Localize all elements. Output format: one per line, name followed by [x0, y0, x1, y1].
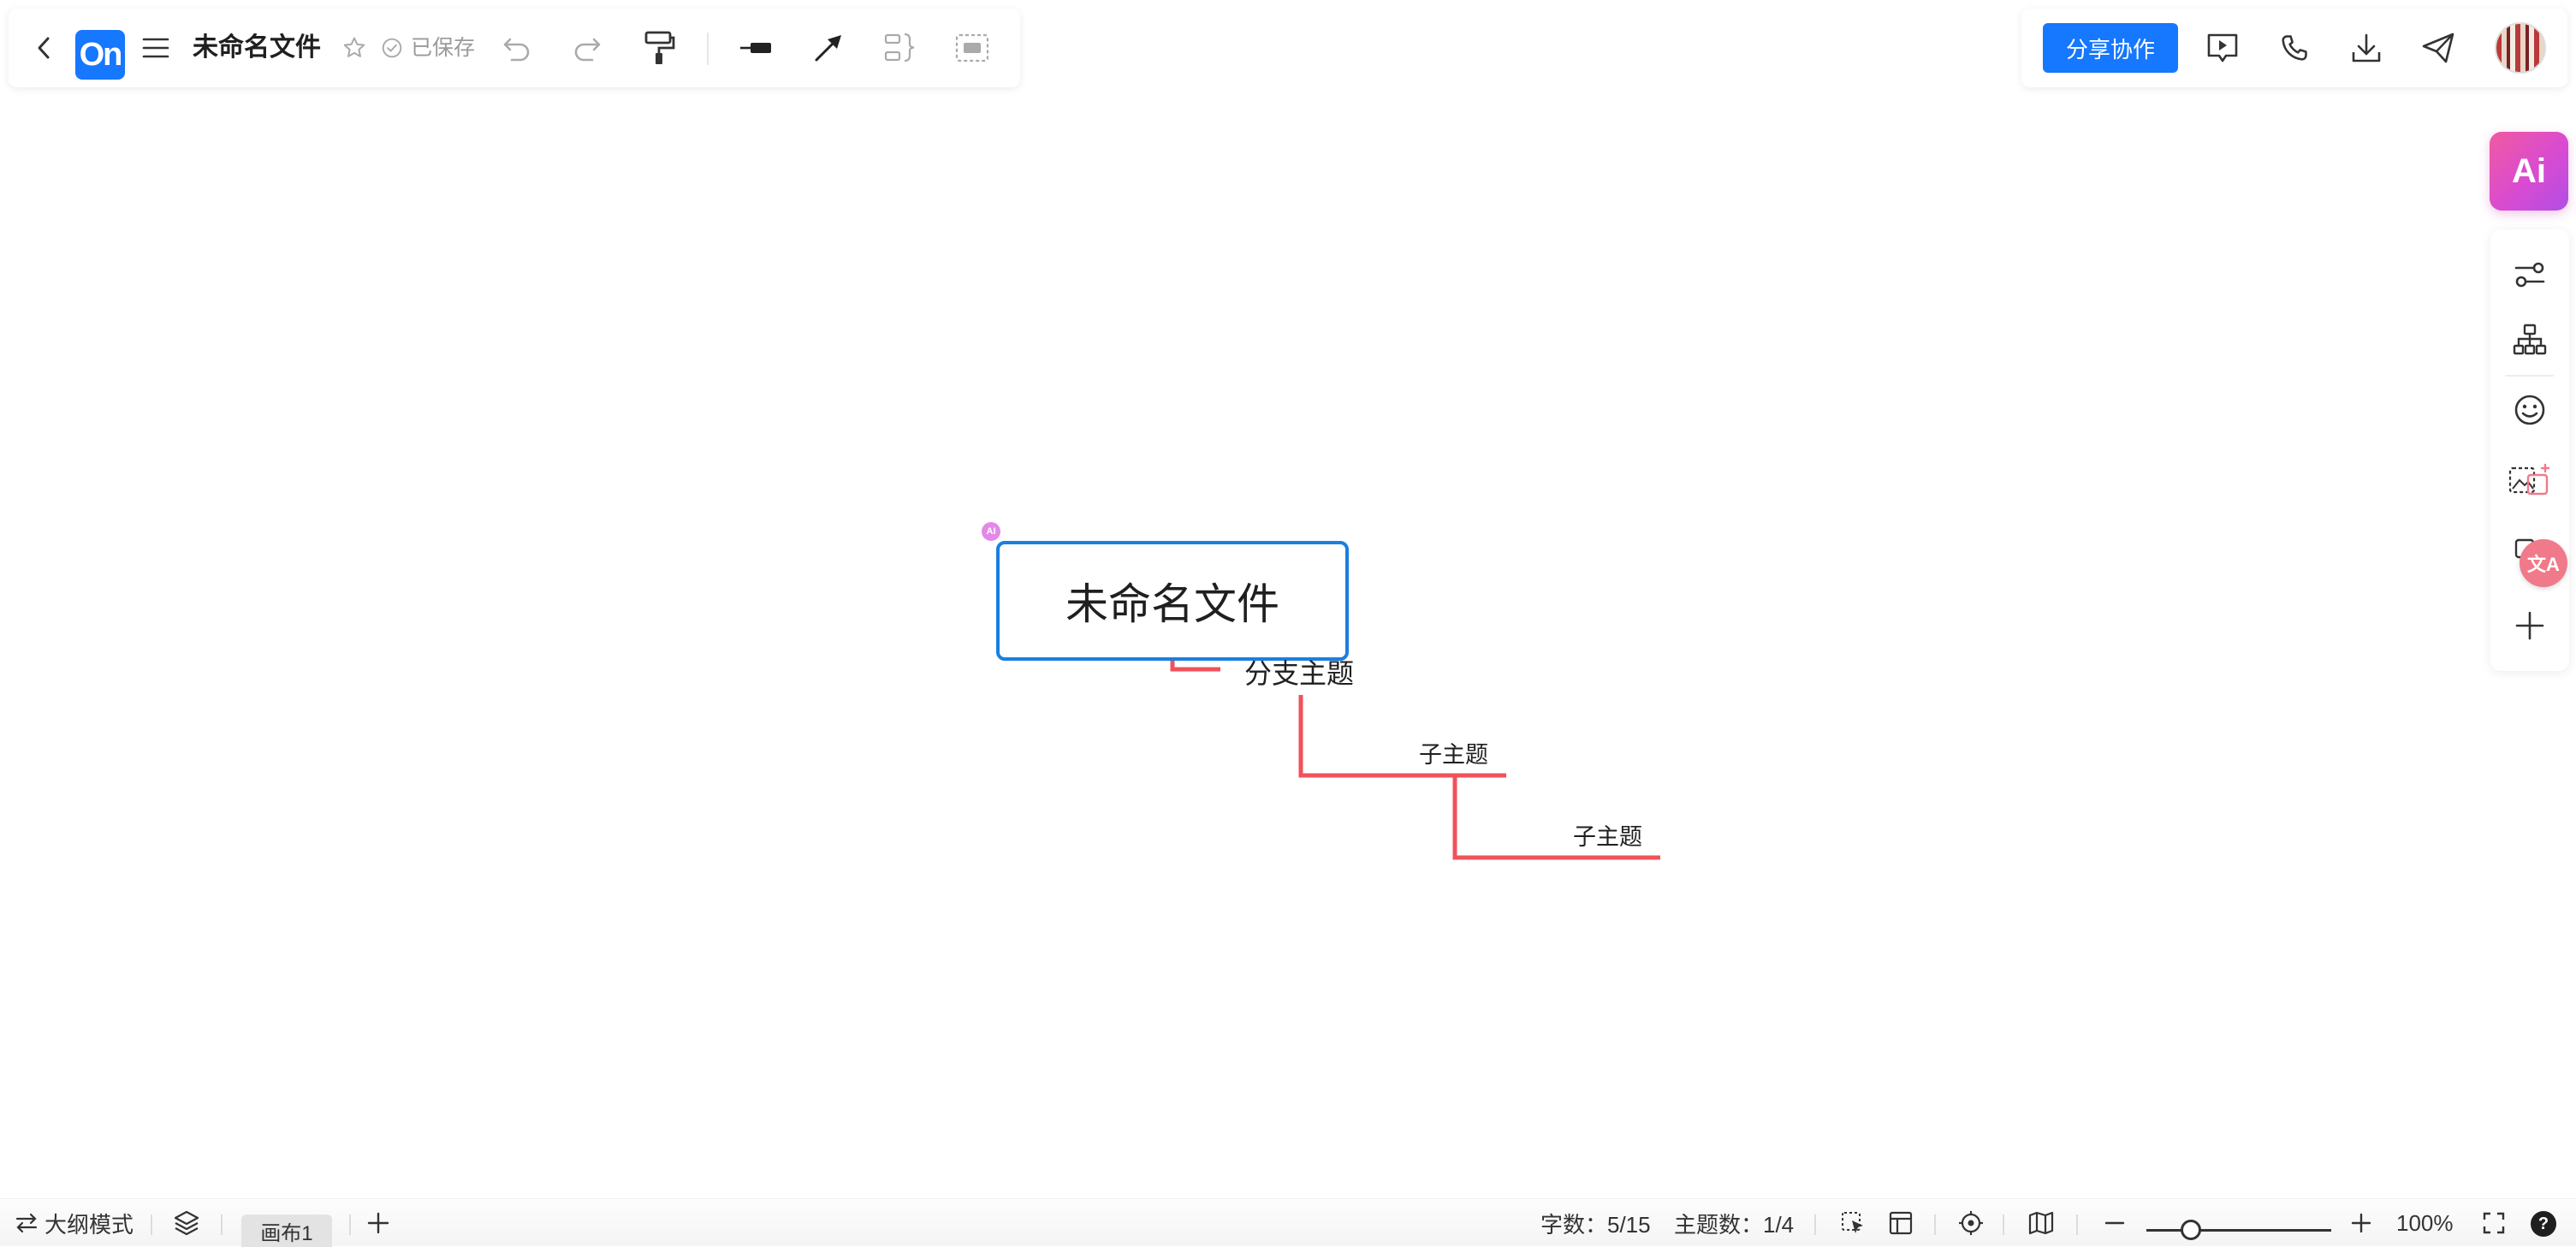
download-button[interactable] — [2345, 9, 2388, 87]
outline-mode-button[interactable]: 大纲模式 — [14, 1199, 134, 1247]
separator — [1814, 1214, 1816, 1235]
topic-count: 主题数：1/4 — [1674, 1211, 1795, 1238]
locate-button[interactable] — [1958, 1199, 1984, 1247]
summary-button[interactable] — [880, 9, 921, 87]
menu-button[interactable] — [139, 9, 173, 87]
summary-icon — [884, 33, 915, 62]
layout-button[interactable] — [1888, 1199, 1914, 1247]
avatar[interactable] — [2495, 22, 2546, 74]
help-icon[interactable]: ? — [2531, 1211, 2556, 1237]
download-icon — [2352, 33, 2381, 62]
map-icon — [2028, 1211, 2054, 1235]
fullscreen-button[interactable] — [2482, 1199, 2506, 1247]
format-painter-button[interactable] — [638, 9, 680, 87]
send-icon — [2422, 33, 2454, 63]
root-topic[interactable]: 未命名文件 — [996, 541, 1349, 661]
header-actions: 分享协作 — [2021, 9, 2567, 87]
arrow-connector-button[interactable] — [808, 9, 849, 87]
saved-indicator — [378, 9, 406, 87]
zoom-slider-track[interactable] — [2146, 1229, 2331, 1232]
add-icon — [367, 1212, 389, 1234]
call-icon — [2282, 35, 2307, 61]
branch-topic[interactable]: 分支主题 — [1244, 652, 1354, 692]
locate-icon — [1959, 1211, 1983, 1235]
word-count: 字数：5/15 — [1540, 1211, 1651, 1238]
main-toolbar: On 未命名文件 已保存 — [9, 9, 1020, 87]
outline-switch-icon — [15, 1213, 38, 1233]
document-title[interactable]: 未命名文件 — [193, 9, 321, 87]
status-bar: 大纲模式 画布1 字数：5/15 主题数：1/4 100% ? — [0, 1198, 2576, 1247]
redo-button[interactable] — [568, 9, 606, 87]
layers-icon — [174, 1210, 199, 1236]
zoom-slider-thumb[interactable] — [2181, 1220, 2201, 1240]
saved-check-icon — [382, 38, 402, 58]
back-icon — [38, 37, 50, 59]
app-logo[interactable]: On — [75, 30, 125, 80]
line-style-icon — [740, 43, 771, 53]
fullscreen-icon — [2483, 1212, 2505, 1234]
undo-button[interactable] — [498, 9, 536, 87]
back-button[interactable] — [31, 9, 56, 87]
zoom-level[interactable]: 100% — [2396, 1199, 2454, 1247]
share-collaborate-button[interactable]: 分享协作 — [2043, 23, 2178, 73]
favorite-button[interactable] — [341, 9, 368, 87]
separator — [349, 1214, 351, 1235]
canvas-tab[interactable]: 画布1 — [241, 1214, 332, 1247]
format-painter-icon — [644, 31, 675, 64]
send-button[interactable] — [2417, 9, 2460, 87]
separator — [221, 1214, 223, 1235]
zoom-out-icon — [2104, 1221, 2125, 1225]
boundary-button[interactable] — [952, 9, 993, 87]
saved-status: 已保存 — [411, 36, 476, 60]
zoom-in-icon — [2351, 1213, 2371, 1233]
star-icon — [343, 37, 365, 57]
select-mode-button[interactable] — [1840, 1199, 1866, 1247]
minimap-button[interactable] — [2028, 1199, 2054, 1247]
zoom-in-button[interactable] — [2350, 1199, 2372, 1247]
present-icon — [2207, 33, 2238, 62]
call-button[interactable] — [2273, 9, 2316, 87]
mindmap-canvas[interactable]: AI 未命名文件 分支主题 子主题 子主题 — [0, 94, 2576, 1198]
subtopic[interactable]: 子主题 — [1419, 736, 1488, 769]
layout-icon — [1889, 1211, 1913, 1235]
toolbar-divider — [707, 33, 709, 65]
ai-marker[interactable]: AI — [982, 522, 1000, 541]
separator — [2003, 1214, 2004, 1235]
separator — [2076, 1214, 2078, 1235]
present-button[interactable] — [2201, 9, 2244, 87]
menu-icon — [142, 38, 169, 58]
selection-icon — [1842, 1212, 1863, 1233]
redo-icon — [574, 38, 601, 62]
zoom-out-button[interactable] — [2104, 1199, 2126, 1247]
undo-icon — [503, 38, 530, 62]
subtopic[interactable]: 子主题 — [1573, 818, 1642, 852]
arrow-connector-icon — [815, 35, 841, 62]
line-style-button[interactable] — [736, 9, 777, 87]
add-canvas-button[interactable] — [366, 1199, 390, 1247]
separator — [151, 1214, 152, 1235]
boundary-icon — [955, 33, 989, 62]
outline-mode-label: 大纲模式 — [45, 1211, 134, 1238]
layers-button[interactable] — [173, 1199, 200, 1247]
separator — [1934, 1214, 1936, 1235]
